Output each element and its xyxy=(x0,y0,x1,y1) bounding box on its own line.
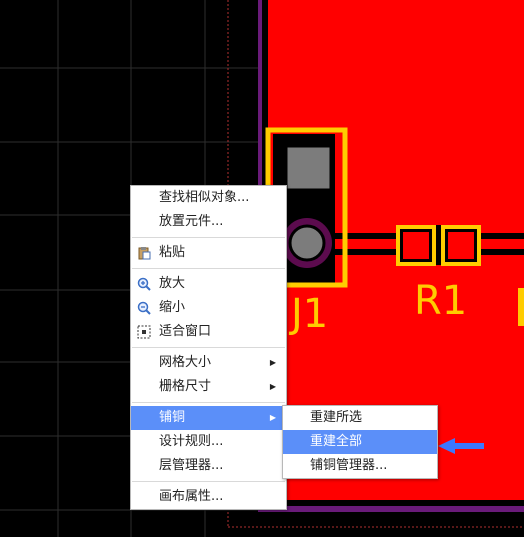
j1-label: J1 xyxy=(288,291,328,337)
menu-item-place-component[interactable]: 放置元件... xyxy=(131,210,286,234)
submenu-arrow-icon: ▶ xyxy=(269,358,276,367)
menu-separator xyxy=(132,268,285,269)
menu-item-label: 放大 xyxy=(159,276,186,291)
menu-item-snap-size[interactable]: 栅格尺寸 ▶ xyxy=(131,375,286,399)
menu-separator xyxy=(132,347,285,348)
zoom-in-icon xyxy=(137,277,151,291)
menu-item-canvas-properties[interactable]: 画布属性... xyxy=(131,485,286,509)
submenu-item-rebuild-selected[interactable]: 重建所选 xyxy=(283,406,437,430)
r1-label: R1 xyxy=(414,278,467,324)
menu-item-label: 适合窗口 xyxy=(159,324,212,339)
r1-footprint[interactable] xyxy=(396,225,481,266)
partial-silkscreen-mark xyxy=(518,288,524,326)
menu-item-label: 粘贴 xyxy=(159,245,186,260)
menu-item-label: 铺铜 xyxy=(159,410,186,425)
menu-separator xyxy=(132,481,285,482)
menu-item-find-similar[interactable]: 查找相似对象... xyxy=(131,186,286,210)
menu-item-grid-size[interactable]: 网格大小 ▶ xyxy=(131,351,286,375)
menu-item-layer-manager[interactable]: 层管理器... xyxy=(131,454,286,478)
menu-item-design-rules[interactable]: 设计规则... xyxy=(131,430,286,454)
submenu-arrow-icon: ▶ xyxy=(269,382,276,391)
menu-separator xyxy=(132,402,285,403)
submenu-arrow-icon: ▶ xyxy=(269,413,276,422)
menu-separator xyxy=(132,237,285,238)
copper-pour-submenu: 重建所选 重建全部 铺铜管理器... xyxy=(282,405,438,479)
menu-item-paste[interactable]: 粘贴 xyxy=(131,241,286,265)
menu-item-label: 网格大小 xyxy=(159,355,212,370)
menu-item-fit-window[interactable]: 适合窗口 xyxy=(131,320,286,344)
zoom-out-icon xyxy=(137,301,151,315)
menu-item-copper-pour[interactable]: 铺铜 ▶ xyxy=(131,406,286,430)
context-menu: 查找相似对象... 放置元件... 粘贴 放大 缩小 适合窗口 网格大小 ▶ 栅… xyxy=(130,185,287,510)
menu-item-zoom-out[interactable]: 缩小 xyxy=(131,296,286,320)
paste-icon xyxy=(138,247,151,260)
submenu-item-rebuild-all[interactable]: 重建全部 xyxy=(283,430,437,454)
menu-item-zoom-in[interactable]: 放大 xyxy=(131,272,286,296)
fit-window-icon xyxy=(137,325,151,339)
menu-item-label: 缩小 xyxy=(159,300,186,315)
menu-item-label: 栅格尺寸 xyxy=(159,379,212,394)
submenu-item-copper-manager[interactable]: 铺铜管理器... xyxy=(283,454,437,478)
